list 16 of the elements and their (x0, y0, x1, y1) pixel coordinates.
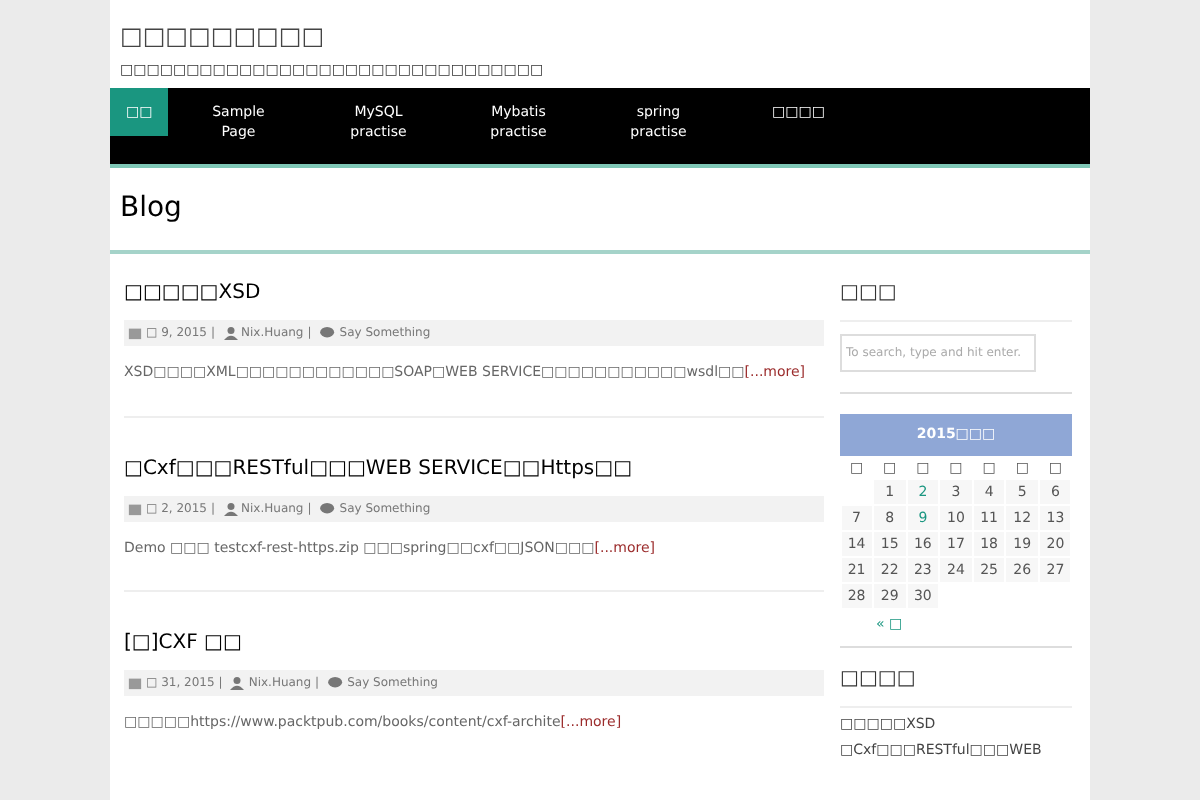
user-icon (230, 676, 245, 690)
user-icon (223, 501, 238, 515)
calendar-icon (128, 676, 142, 690)
comments-icon (327, 676, 344, 690)
comments-icon (319, 501, 336, 515)
calendar-icon (128, 326, 142, 340)
post-title[interactable]: [□]CXF □□ (124, 628, 824, 658)
post-title[interactable]: □Cxf□□□RESTful□□□WEB SERVICE□□Https□□ (124, 453, 824, 483)
user-icon (223, 326, 238, 340)
calendar-icon (128, 501, 142, 515)
post-title[interactable]: □□□□□XSD (124, 278, 824, 308)
site-title[interactable]: □□□□□□□□□ (120, 22, 1080, 50)
comments-icon (319, 326, 336, 340)
widget-heading: □□□ (840, 278, 1072, 322)
widget-heading: □□□□ (840, 664, 1072, 708)
page-title: Blog (120, 190, 184, 228)
